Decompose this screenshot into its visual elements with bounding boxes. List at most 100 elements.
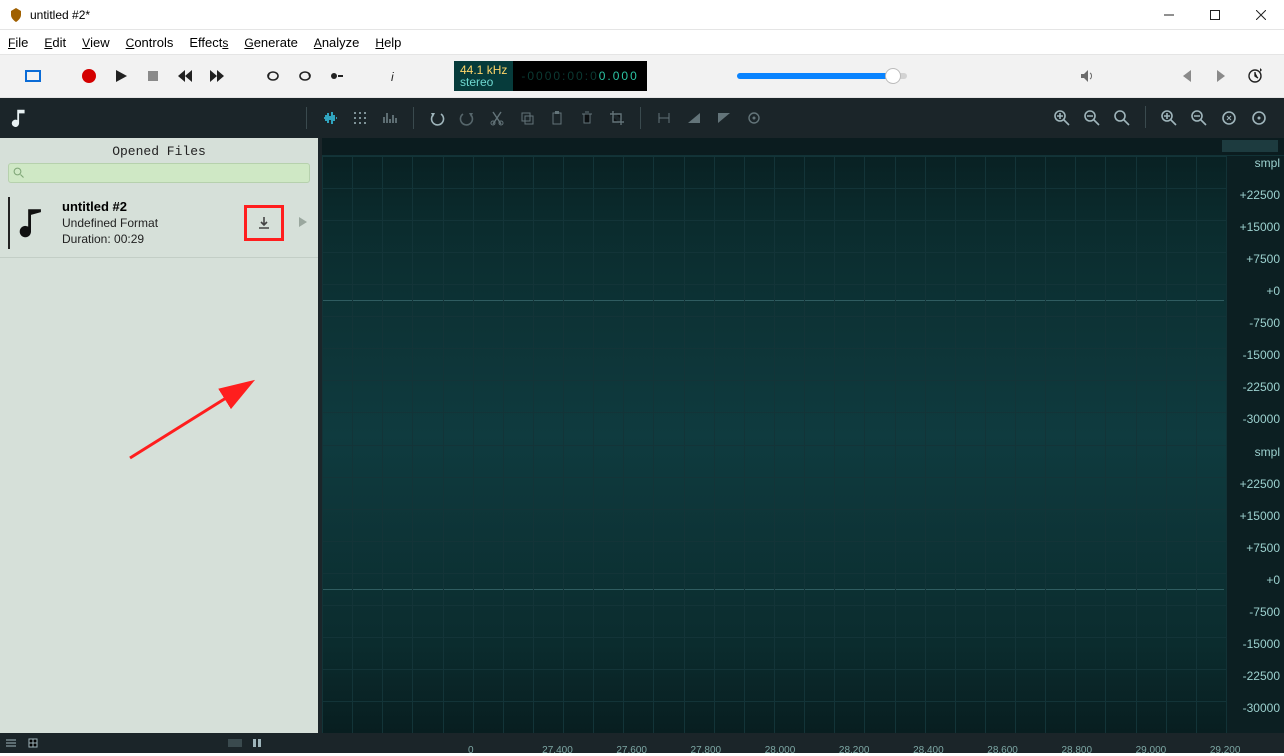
- view-waveform-icon[interactable]: [318, 106, 342, 130]
- timeline-tick-label: 29.200: [1210, 745, 1241, 756]
- next-marker-button[interactable]: [1212, 67, 1230, 85]
- window-title: untitled #2*: [30, 8, 1146, 22]
- svg-text:i: i: [391, 70, 394, 84]
- status-menu-icon[interactable]: [0, 737, 22, 749]
- delete-button[interactable]: [575, 106, 599, 130]
- info-button[interactable]: i: [384, 67, 402, 85]
- play-file-button[interactable]: [298, 216, 308, 230]
- amp-tick-label: -22500: [1243, 380, 1280, 394]
- window-minimize-button[interactable]: [1146, 0, 1192, 29]
- fade-out-button[interactable]: [712, 106, 736, 130]
- menu-file[interactable]: File: [8, 35, 28, 50]
- zoom-vertical-in-button[interactable]: [1157, 106, 1181, 130]
- menu-controls[interactable]: Controls: [126, 35, 174, 50]
- undo-button[interactable]: [425, 106, 449, 130]
- menu-analyze[interactable]: Analyze: [314, 35, 360, 50]
- status-bar: 027.40027.60027.80028.00028.20028.40028.…: [0, 733, 1284, 753]
- waveform-view[interactable]: smpl +22500 +15000 +7500 +0 -7500 -15000 -22500…: [322, 138, 1284, 733]
- channels-label: stereo: [460, 76, 507, 88]
- menu-edit[interactable]: Edit: [44, 35, 66, 50]
- zoom-in-button[interactable]: [1050, 106, 1074, 130]
- amp-tick-label: smpl: [1255, 445, 1280, 459]
- menu-bar: File Edit View Controls Effects Generate…: [0, 30, 1284, 54]
- timeline-tick-label: 27.400: [542, 745, 573, 756]
- zoom-out-button[interactable]: [1080, 106, 1104, 130]
- copy-button[interactable]: [515, 106, 539, 130]
- speaker-icon[interactable]: [1078, 67, 1096, 85]
- settings-icon[interactable]: [742, 106, 766, 130]
- time-display: 44.1 kHz stereo -0000:00:00.000: [454, 61, 647, 91]
- amp-tick-label: -7500: [1249, 316, 1280, 330]
- transport-toolbar: i 44.1 kHz stereo -0000:00:00.000: [0, 54, 1284, 98]
- rewind-button[interactable]: [176, 67, 194, 85]
- timeline-tick-label: 28.400: [913, 745, 944, 756]
- record-button[interactable]: [80, 67, 98, 85]
- toggle-option-button[interactable]: [328, 67, 346, 85]
- timeline-tick-label: 27.600: [616, 745, 647, 756]
- stop-button[interactable]: [144, 67, 162, 85]
- amp-tick-label: -22500: [1243, 669, 1280, 683]
- prev-marker-button[interactable]: [1178, 67, 1196, 85]
- timeline-tick-label: 28.000: [765, 745, 796, 756]
- paste-button[interactable]: [545, 106, 569, 130]
- zoom-reset-button[interactable]: [1247, 106, 1271, 130]
- timeline-tick-label: 0: [468, 745, 474, 756]
- amp-tick-label: -15000: [1243, 637, 1280, 651]
- view-dots-icon[interactable]: [348, 106, 372, 130]
- loop-selection-button[interactable]: [296, 67, 314, 85]
- panel-header: Opened Files: [0, 138, 318, 163]
- menu-help[interactable]: Help: [375, 35, 401, 50]
- history-button[interactable]: [1246, 67, 1264, 85]
- redo-button[interactable]: [455, 106, 479, 130]
- menu-generate[interactable]: Generate: [244, 35, 297, 50]
- time-counter: 0.000: [599, 69, 639, 83]
- amp-tick-label: +7500: [1246, 252, 1280, 266]
- file-entry[interactable]: untitled #2 Undefined Format Duration: 0…: [0, 189, 318, 258]
- editor-toolbar: [0, 98, 1284, 138]
- zoom-fit-button[interactable]: [1110, 106, 1134, 130]
- trim-silence-button[interactable]: [652, 106, 676, 130]
- amp-tick-label: +0: [1266, 573, 1280, 587]
- amp-tick-label: +15000: [1240, 220, 1280, 234]
- save-file-button[interactable]: [244, 205, 284, 241]
- window-close-button[interactable]: [1238, 0, 1284, 29]
- status-thumb-icon[interactable]: [224, 737, 246, 749]
- play-button[interactable]: [112, 67, 130, 85]
- timeline-tick-label: 28.600: [987, 745, 1018, 756]
- status-pause-icon[interactable]: [246, 738, 268, 748]
- cut-button[interactable]: [485, 106, 509, 130]
- status-pointer-icon[interactable]: [22, 737, 44, 749]
- search-input[interactable]: [8, 163, 310, 183]
- amp-tick-label: +0: [1266, 284, 1280, 298]
- window-maximize-button[interactable]: [1192, 0, 1238, 29]
- amp-tick-label: -30000: [1243, 701, 1280, 715]
- menu-view[interactable]: View: [82, 35, 110, 50]
- fade-in-button[interactable]: [682, 106, 706, 130]
- amp-tick-label: +15000: [1240, 509, 1280, 523]
- file-duration: Duration: 00:29: [62, 231, 244, 247]
- search-field[interactable]: [29, 166, 305, 180]
- app-icon: [8, 7, 24, 23]
- loop-button[interactable]: [264, 67, 282, 85]
- waveform-overview[interactable]: [322, 138, 1284, 156]
- view-spectrum-icon[interactable]: [378, 106, 402, 130]
- title-bar: untitled #2*: [0, 0, 1284, 30]
- crop-button[interactable]: [605, 106, 629, 130]
- volume-slider[interactable]: [737, 73, 907, 79]
- zoom-selection-button[interactable]: [1217, 106, 1241, 130]
- amplitude-ruler: smpl +22500 +15000 +7500 +0 -7500 -15000 -22500…: [1226, 156, 1284, 733]
- annotation-arrow: [120, 348, 300, 468]
- time-counter-dim: -0000:00:0: [521, 69, 598, 83]
- amp-tick-label: -7500: [1249, 605, 1280, 619]
- fast-forward-button[interactable]: [208, 67, 226, 85]
- visual-mode-button[interactable]: [24, 67, 42, 85]
- music-note-icon: [14, 205, 48, 242]
- amp-tick-label: smpl: [1255, 156, 1280, 170]
- amp-tick-label: +22500: [1240, 188, 1280, 202]
- file-name: untitled #2: [62, 199, 244, 215]
- menu-effects[interactable]: Effects: [189, 35, 228, 50]
- zoom-vertical-out-button[interactable]: [1187, 106, 1211, 130]
- amp-tick-label: +7500: [1246, 541, 1280, 555]
- timeline-tick-label: 28.800: [1061, 745, 1092, 756]
- brand-icon: [0, 107, 40, 129]
